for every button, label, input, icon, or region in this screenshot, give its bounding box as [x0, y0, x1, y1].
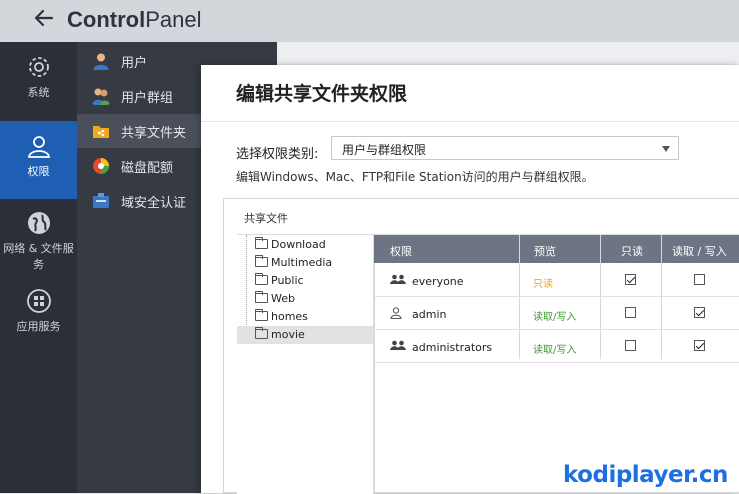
rail-item-network-file-services[interactable]: 网络 & 文件服务: [0, 210, 77, 276]
title-divider: [201, 121, 739, 122]
user-icon: [390, 307, 402, 319]
readonly-checkbox[interactable]: [625, 274, 636, 285]
column-header-readwrite[interactable]: 读取 / 写入: [672, 243, 727, 259]
user-group-icon: [92, 88, 110, 105]
panel-title: 共享文件: [244, 212, 288, 225]
rail-item-app-services[interactable]: 应用服务: [0, 288, 77, 338]
folder-icon: [255, 327, 268, 339]
arrow-left-icon[interactable]: [34, 6, 54, 34]
folder-tree: Download Multimedia Public Web homes mov…: [237, 234, 374, 494]
rail-item-system[interactable]: 系统: [0, 54, 77, 120]
folder-icon: [255, 237, 268, 249]
column-header-preview[interactable]: 预览: [534, 243, 556, 259]
app-title: ControlPanel: [67, 7, 202, 32]
domain-icon: [93, 193, 109, 208]
primary-nav: 系统 权限 网络 & 文件服务 应用服务: [0, 42, 77, 493]
readonly-checkbox[interactable]: [625, 307, 636, 318]
shared-folder-icon: [93, 126, 109, 138]
permission-type-select[interactable]: 用户与群组权限: [331, 136, 679, 160]
permission-type-label: 选择权限类别:: [236, 147, 319, 162]
dialog-title: 编辑共享文件夹权限: [236, 83, 408, 105]
tree-node-download[interactable]: Download: [237, 236, 373, 254]
tree-node-multimedia[interactable]: Multimedia: [237, 254, 373, 272]
grid-left-border: [374, 263, 375, 493]
globe-icon: [27, 212, 50, 234]
folder-icon: [255, 291, 268, 303]
readonly-checkbox[interactable]: [625, 340, 636, 351]
user-icon: [27, 136, 50, 158]
table-row[interactable]: admin 读取/写入: [374, 297, 739, 330]
readwrite-checkbox[interactable]: [694, 307, 705, 318]
preview-readwrite: 读取/写入: [533, 345, 577, 356]
table-row[interactable]: everyone 只读: [374, 264, 739, 297]
folder-icon: [255, 273, 268, 285]
watermark: kodiplayer.cn: [563, 462, 728, 488]
user-group-icon: [390, 274, 406, 284]
pie-chart-icon: [93, 158, 109, 174]
preview-readonly: 只读: [533, 279, 553, 290]
grid-icon: [26, 289, 51, 313]
chevron-down-icon: [662, 146, 670, 152]
preview-readwrite: 读取/写入: [533, 312, 577, 323]
tree-node-homes[interactable]: homes: [237, 308, 373, 326]
grid-header: 权限 预览 只读 读取 / 写入: [374, 235, 739, 263]
user-group-icon: [390, 340, 406, 350]
column-header-readonly[interactable]: 只读: [621, 243, 643, 259]
readwrite-checkbox[interactable]: [694, 274, 705, 285]
gear-icon: [28, 57, 49, 77]
rail-item-privilege[interactable]: 权限: [0, 121, 77, 199]
column-header-permission[interactable]: 权限: [390, 243, 412, 259]
background-content: [277, 42, 739, 64]
readwrite-checkbox[interactable]: [694, 340, 705, 351]
top-bar: ControlPanel: [0, 0, 739, 42]
tree-node-movie[interactable]: movie: [237, 326, 373, 344]
user-icon: [93, 53, 109, 70]
folder-icon: [255, 255, 268, 267]
tree-node-public[interactable]: Public: [237, 272, 373, 290]
folder-icon: [255, 309, 268, 321]
table-row[interactable]: administrators 读取/写入: [374, 330, 739, 363]
tree-node-web[interactable]: Web: [237, 290, 373, 308]
permission-grid: 权限 预览 只读 读取 / 写入 everyone 只读 admin 读取/写入…: [374, 234, 739, 494]
permission-description: 编辑Windows、Mac、FTP和File Station访问的用户与群组权限…: [236, 170, 594, 184]
